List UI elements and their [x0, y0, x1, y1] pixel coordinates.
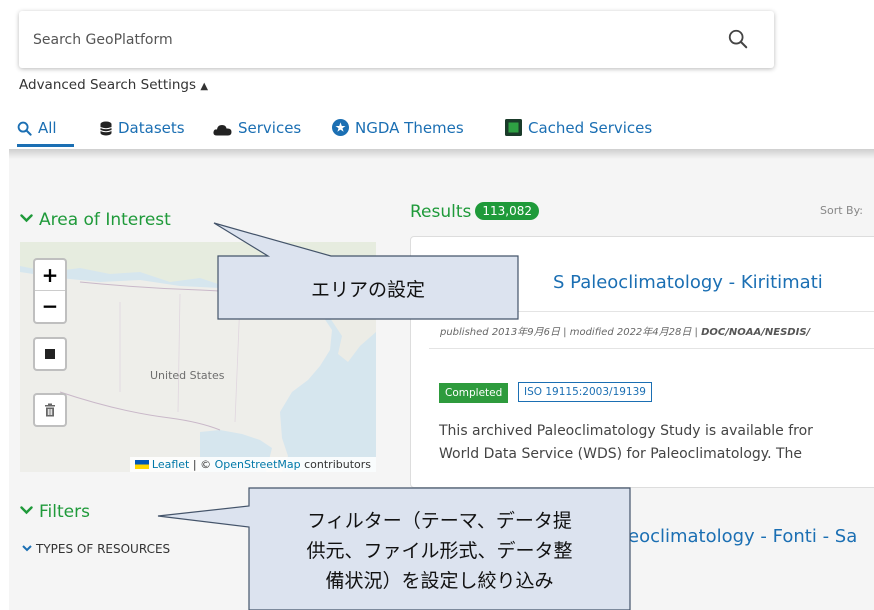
- area-callout-shape: [213, 222, 519, 320]
- filters-callout-text: フィルター（テーマ、データ提 供元、ファイル形式、データ整 備状況）を設定し絞り…: [249, 506, 630, 596]
- callout-line: 供元、ファイル形式、データ整: [306, 540, 573, 562]
- callout-line: 備状況）を設定し絞り込み: [325, 570, 554, 592]
- callout-line: フィルター（テーマ、データ提: [307, 510, 572, 532]
- area-callout-text: エリアの設定: [310, 279, 425, 301]
